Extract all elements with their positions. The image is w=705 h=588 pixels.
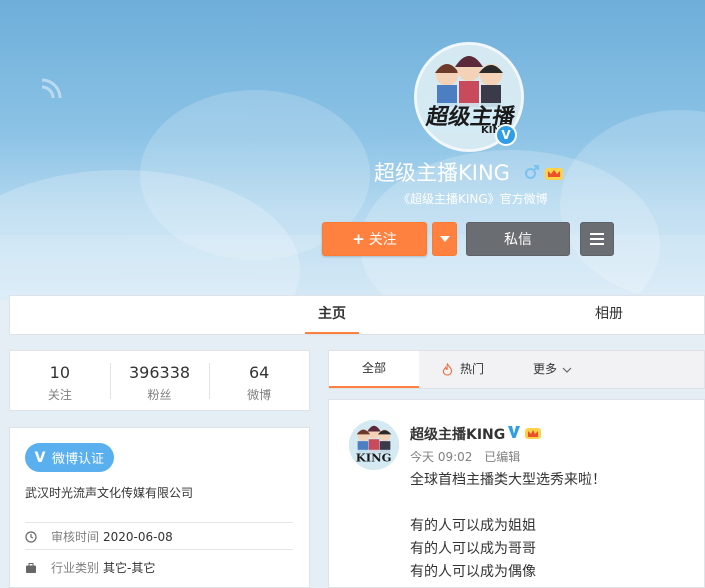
cert-label: 微博认证 <box>52 452 105 467</box>
verified-v-icon <box>508 426 520 438</box>
message-button[interactable]: 私信 <box>466 222 570 256</box>
male-icon <box>525 165 539 179</box>
post-content: 全球首档主播类大型选秀来啦！ 有的人可以成为姐姐 有的人可以成为哥哥 有的人可以… <box>410 469 606 584</box>
follow-dropdown-button[interactable] <box>432 222 457 256</box>
caret-down-icon <box>439 236 450 242</box>
feed-post: KING 超级主播KING 今天 09:02 已编辑 全球首档主播类大型选秀来啦… <box>328 399 705 588</box>
filter-tab-more[interactable]: 更多 <box>533 351 572 388</box>
post-author-avatar[interactable]: KING <box>349 420 399 470</box>
stat-label: 粉丝 <box>147 388 172 402</box>
filter-tab-hot[interactable]: 热门 <box>441 351 484 388</box>
more-menu-button[interactable] <box>580 222 614 256</box>
post-line: 有的人可以成为哥哥 <box>410 541 536 557</box>
post-author-name[interactable]: 超级主播KING <box>410 424 505 444</box>
filter-tab-all[interactable]: 全部 <box>329 351 419 388</box>
profile-description: 《超级主播KING》官方微博 <box>398 192 548 206</box>
review-time-value: 2020-06-08 <box>103 529 173 544</box>
hamburger-icon <box>590 233 604 245</box>
stat-value: 396338 <box>128 363 191 382</box>
feed-filter-bar: 全部 热门 更多 <box>328 350 705 389</box>
post-line: 有的人可以成为姐姐 <box>410 518 536 534</box>
briefcase-icon <box>26 562 36 573</box>
industry-row: 行业类别 其它-其它 <box>25 559 155 576</box>
member-crown-icon[interactable] <box>544 165 564 181</box>
post-edited: 已编辑 <box>484 450 521 464</box>
industry-value: 其它-其它 <box>103 561 156 575</box>
post-time[interactable]: 今天 09:02 <box>410 450 472 464</box>
industry-label: 行业类别 <box>51 561 100 575</box>
tab-home[interactable]: 主页 <box>305 296 359 334</box>
message-label: 私信 <box>504 232 532 248</box>
divider <box>25 522 293 523</box>
verification-info-panel: V 微博认证 武汉时光流声文化传媒有限公司 审核时间 2020-06-08 行业… <box>9 427 310 588</box>
weibo-certification-badge[interactable]: V 微博认证 <box>25 443 115 472</box>
tab-album[interactable]: 相册 <box>582 296 636 334</box>
post-line: 有的人可以成为偶像 <box>410 564 536 580</box>
divider <box>25 549 293 550</box>
stat-posts[interactable]: 64 微博 <box>209 351 309 410</box>
stat-label: 微博 <box>247 388 272 402</box>
review-time-row: 审核时间 2020-06-08 <box>25 528 173 545</box>
plus-icon: + <box>352 230 365 248</box>
profile-tab-bar: 主页 相册 <box>9 295 705 335</box>
review-time-label: 审核时间 <box>51 530 100 544</box>
stat-value: 10 <box>49 363 71 382</box>
stats-panel: 10 关注 396338 粉丝 64 微博 <box>9 350 310 411</box>
follow-button[interactable]: + 关注 <box>322 222 427 256</box>
stat-label: 关注 <box>47 388 72 402</box>
post-meta: 今天 09:02 已编辑 <box>410 448 520 465</box>
svg-text:KING: KING <box>356 450 392 464</box>
filter-more-label: 更多 <box>533 362 558 376</box>
stat-value: 64 <box>249 363 270 382</box>
stat-following[interactable]: 10 关注 <box>10 351 110 410</box>
verified-v-icon: V <box>34 449 46 466</box>
flame-icon <box>442 363 453 376</box>
clock-icon <box>25 530 37 543</box>
avatar-image: KING <box>349 420 399 470</box>
stat-followers[interactable]: 396338 粉丝 <box>109 351 210 410</box>
signal-icon <box>41 78 62 99</box>
post-line: 全球首档主播类大型选秀来啦！ <box>410 472 606 488</box>
filter-hot-label: 热门 <box>460 362 485 376</box>
verified-v-icon: V <box>495 124 517 146</box>
member-crown-icon[interactable] <box>524 426 542 440</box>
company-name: 武汉时光流声文化传媒有限公司 <box>25 486 194 500</box>
chevron-down-icon <box>562 367 572 373</box>
profile-name: 超级主播KING <box>374 161 510 185</box>
follow-label: 关注 <box>368 232 397 248</box>
